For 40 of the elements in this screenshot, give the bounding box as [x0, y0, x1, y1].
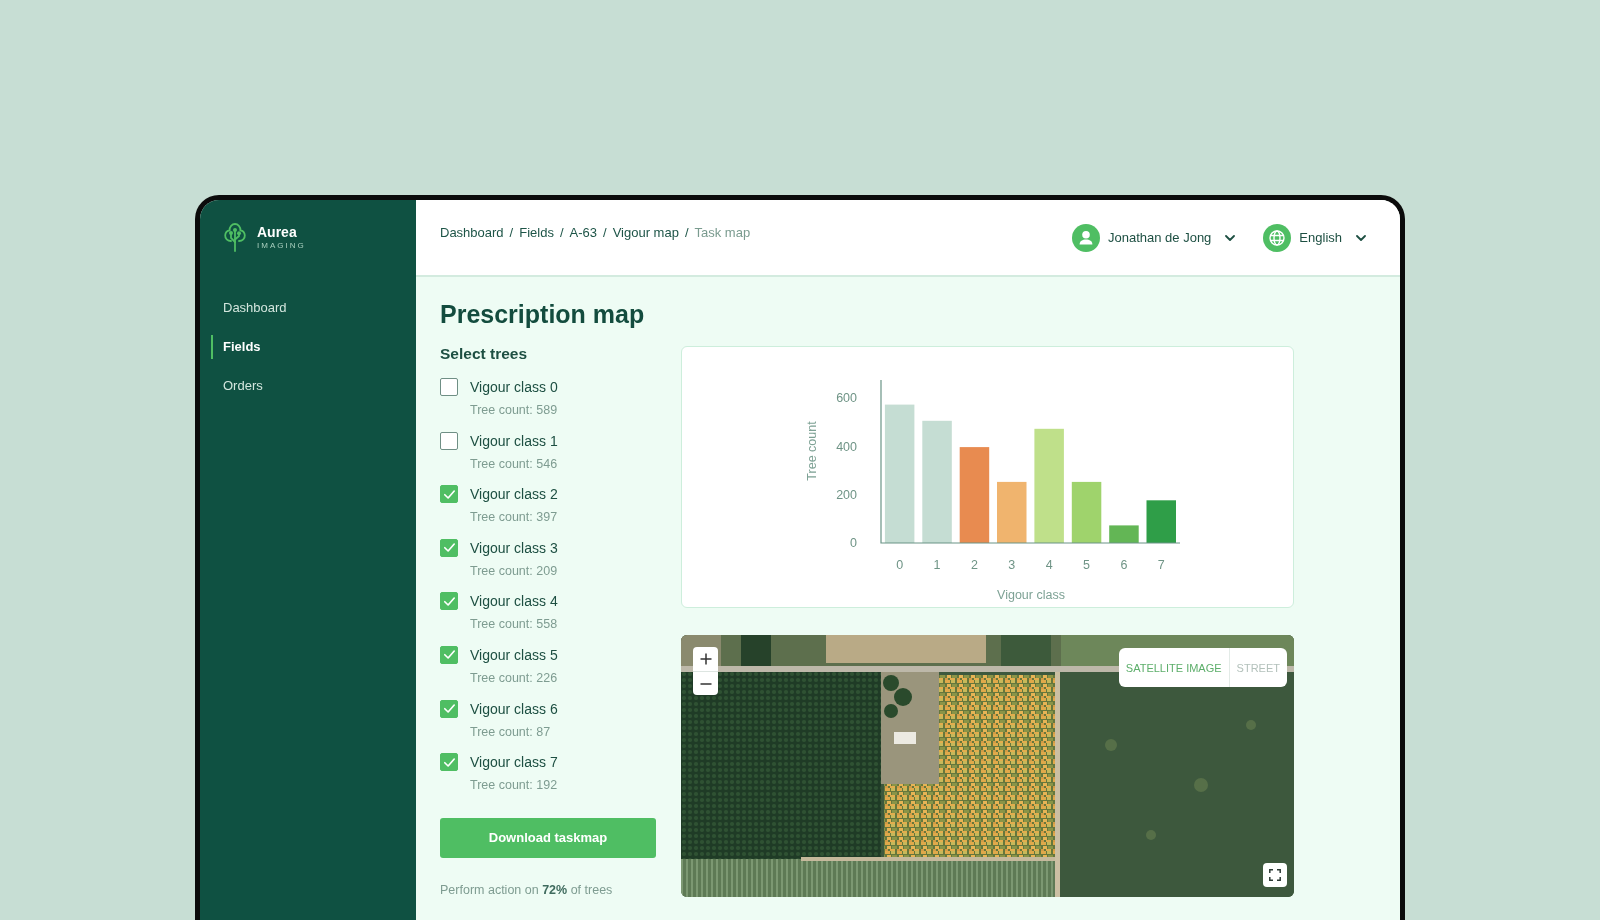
x-tick-label: 0: [896, 558, 904, 573]
x-tick-label: 4: [1045, 558, 1053, 573]
tree-count-text: Tree count: 209: [470, 562, 558, 580]
tree-count-text: Tree count: 397: [470, 509, 558, 527]
checkbox-label: Vigour class 1: [470, 431, 558, 451]
logo-wordmark: Aurea: [257, 223, 297, 240]
breadcrumb-separator: /: [684, 224, 689, 242]
checkbox-label: Vigour class 2: [470, 485, 558, 505]
tree-count-text: Tree count: 226: [470, 669, 558, 687]
tree-count-text: Tree count: 546: [470, 455, 558, 473]
x-tick-label: 2: [970, 558, 978, 573]
checkbox-label: Vigour class 0: [470, 378, 558, 397]
x-tick-label: 6: [1120, 558, 1128, 573]
y-tick-label: 600: [836, 391, 857, 406]
checkbox-label: Vigour class 4: [470, 592, 558, 612]
tree-count-text: Tree count: 558: [470, 616, 558, 634]
section-heading: Select trees: [440, 344, 528, 364]
x-tick-label: 3: [1008, 558, 1016, 573]
y-tick-label: 200: [836, 488, 857, 502]
breadcrumb-separator: /: [603, 224, 607, 242]
breadcrumb-separator: /: [559, 224, 564, 242]
breadcrumb-separator: /: [509, 224, 514, 242]
y-axis-title: Tree count: [805, 421, 820, 481]
tree-count-text: Tree count: 87: [470, 723, 551, 741]
x-tick-label: 5: [1083, 558, 1091, 573]
x-tick-label: 1: [933, 558, 941, 573]
x-axis-title: Vigour class: [997, 588, 1065, 603]
y-tick-label: 400: [836, 439, 857, 454]
checkbox-label: Vigour class 5: [470, 645, 558, 665]
breadcrumb-current-page: Task map: [694, 224, 751, 242]
page-title: Prescription map: [440, 299, 645, 330]
checkbox-label: Vigour class 6: [470, 699, 558, 719]
tree-count-text: Tree count: 192: [470, 777, 558, 795]
x-tick-label: 7: [1157, 558, 1165, 573]
checkbox-label: Vigour class 3: [470, 538, 558, 558]
logo-tagline: IMAGING: [257, 240, 306, 251]
checkbox-label: Vigour class 7: [470, 753, 558, 773]
tree-count-text: Tree count: 589: [470, 402, 558, 419]
summary-text: Perform action on 72% of trees: [440, 881, 613, 899]
y-tick-label: 0: [850, 536, 857, 551]
